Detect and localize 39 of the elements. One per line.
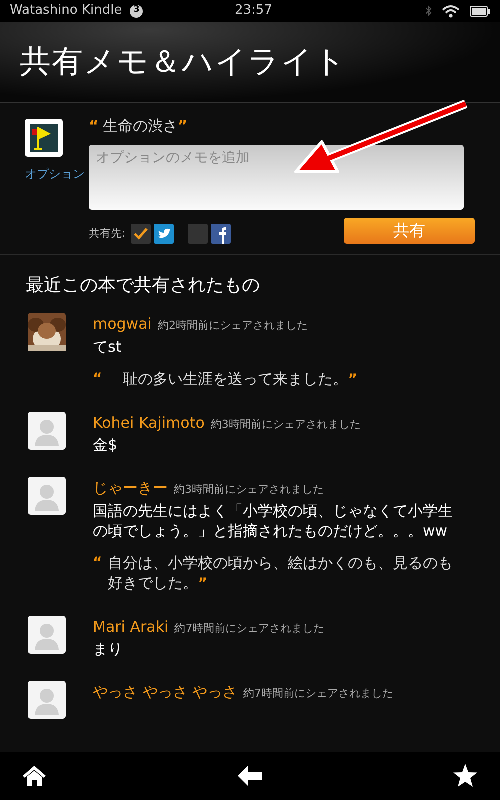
wifi-icon[interactable] [442,4,460,18]
back-icon[interactable] [238,765,262,787]
quote-mark: “ [89,116,99,137]
notification-badge[interactable]: 3 [130,4,144,18]
share-time: 約2時間前にシェアされました [158,318,308,334]
user-name[interactable]: Mari Araki [93,616,169,638]
options-link[interactable]: オプション [25,165,89,183]
share-time: 約7時間前にシェアされました [244,686,394,702]
facebook-icon[interactable] [210,224,231,244]
share-time: 約3時間前にシェアされました [174,482,324,498]
comment-text: 金$ [93,435,119,455]
user-name[interactable]: mogwai [93,313,152,336]
page-title: 共有メモ＆ハイライト [20,42,347,82]
comment-text: てst [93,336,123,356]
quote-text: 耻の多い生涯を送って来ました。” [122,368,358,390]
user-name[interactable]: Kohei Kajimoto [93,412,205,434]
share-to-label: 共有先: [89,226,126,242]
bird-icon[interactable] [154,224,174,244]
quote-mark: “ [93,370,102,388]
checkbox[interactable] [130,224,151,244]
section-heading: 最近この本で共有されたもの [26,274,261,298]
device-name: Watashino Kindle [10,2,122,20]
star-icon[interactable] [453,764,478,788]
comment-text: 国語の先生にはよく「小学校の頃、じゃなくて小学生の頃でしょう。」と指摘されたものだけど。。。ww [93,500,454,540]
note-field[interactable]: オプションのメモを追加 [89,145,464,210]
quote-text: 自分は、小学校の頃から、絵はかくのも、見るのも好きでした。” [108,552,454,594]
bluetooth-icon [426,5,432,17]
user-name[interactable]: じゃーきー [93,477,168,500]
share-time: 約7時間前にシェアされました [174,620,325,636]
quote-mark: ” [178,116,188,137]
home-icon[interactable] [22,765,47,787]
highlight-text: 生命の渋さ [102,116,178,137]
share-time: 約3時間前にシェアされました [210,416,361,432]
checkbox[interactable] [188,224,208,244]
user-name[interactable]: やっさ やっさ やっさ [93,681,238,704]
quote-mark: “ [93,554,102,572]
comment-text: まり [93,639,124,659]
clock: 23:57 [235,2,272,20]
battery-icon[interactable] [470,6,490,16]
